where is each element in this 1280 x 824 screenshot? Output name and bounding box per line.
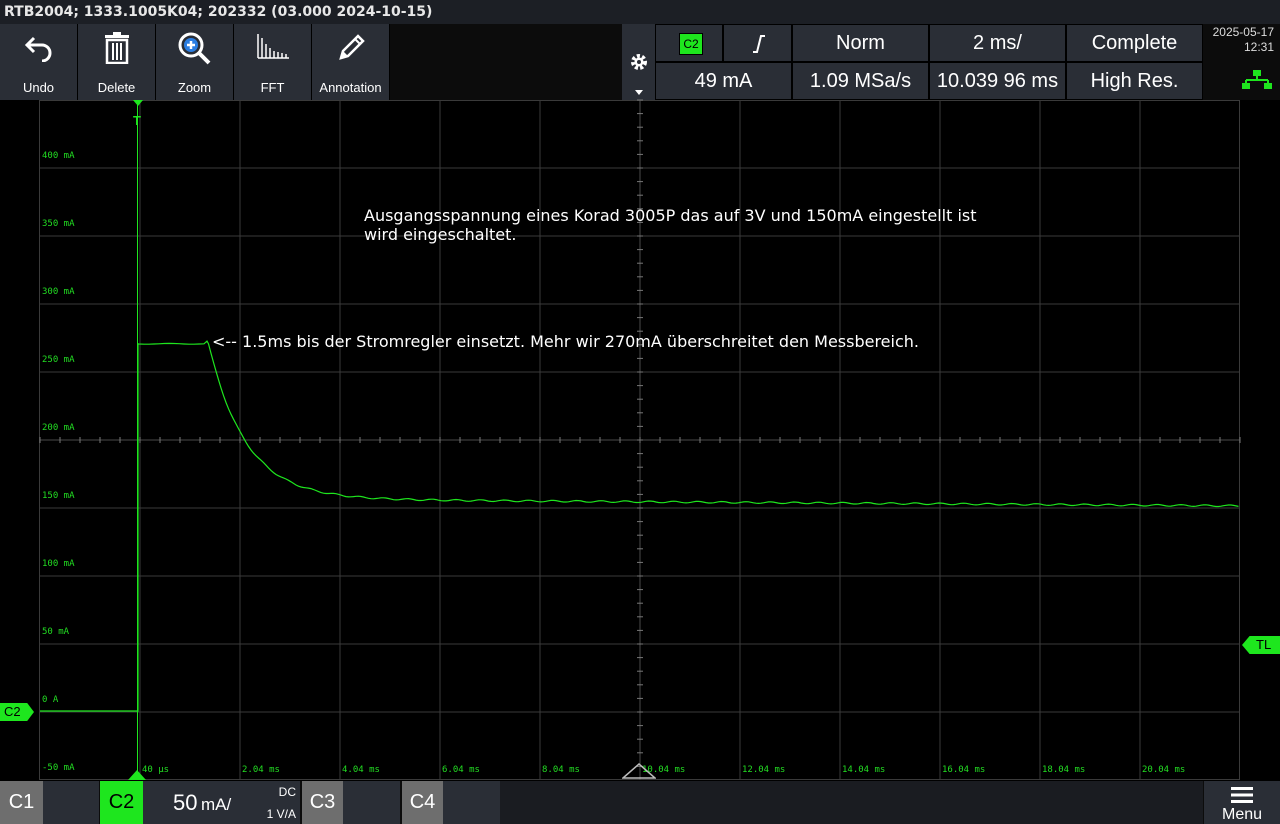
zoom-button[interactable]: Zoom: [156, 24, 234, 100]
acquisition-state[interactable]: Complete: [1066, 24, 1203, 62]
y-axis-label: 0 A: [42, 695, 59, 705]
y-axis-label: 150 mA: [42, 491, 75, 501]
channel-3-settings[interactable]: [343, 781, 400, 824]
network-icon: [1242, 70, 1272, 89]
y-axis-label: 100 mA: [42, 559, 75, 569]
clock: 2025-05-17 12:31: [1213, 25, 1274, 55]
delete-button[interactable]: Delete: [78, 24, 156, 100]
x-axis-label: 18.04 ms: [1042, 765, 1086, 775]
undo-icon: [24, 36, 51, 62]
channel-2-unit: mA/: [201, 795, 232, 814]
y-axis-label: 50 mA: [42, 627, 70, 637]
zoom-icon: [178, 32, 210, 65]
sample-rate[interactable]: 1.09 MSa/s: [792, 62, 929, 100]
channel-2-probe-factor: 1 V/A: [266, 807, 296, 821]
annotation-line-1: Ausgangsspannung eines Korad 3005P das a…: [364, 206, 977, 225]
pencil-icon: [338, 34, 365, 60]
annotation-description[interactable]: Ausgangsspannung eines Korad 3005P das a…: [364, 206, 977, 244]
x-axis-label: 6.04 ms: [442, 765, 480, 775]
annotation-label: Annotation: [319, 80, 382, 95]
channel-1-button[interactable]: C1: [0, 781, 43, 824]
x-axis-label: 16.04 ms: [942, 765, 986, 775]
fft-label: FFT: [260, 80, 285, 95]
zoom-label: Zoom: [177, 80, 212, 95]
fft-icon: [256, 34, 289, 59]
menu-label: Menu: [1221, 806, 1263, 823]
x-axis-label: 20.04 ms: [1142, 765, 1186, 775]
y-axis-label: 250 mA: [42, 355, 75, 365]
channel-3-button[interactable]: C3: [302, 781, 343, 824]
channel-badge: C2: [679, 33, 703, 55]
annotation-line-2: wird eingeschaltet.: [364, 225, 517, 244]
acquisition-mode[interactable]: High Res.: [1066, 62, 1203, 100]
x-axis-label: 8.04 ms: [542, 765, 580, 775]
undo-label: Undo: [22, 80, 55, 95]
y-axis-label: 350 mA: [42, 219, 75, 229]
timebase[interactable]: 2 ms/: [929, 24, 1066, 62]
waveform-display[interactable]: [39, 100, 1240, 780]
y-axis-label: -50 mA: [42, 763, 75, 773]
trigger-marker-label: T: [133, 113, 141, 128]
x-axis-label: 2.04 ms: [242, 765, 280, 775]
channel-select[interactable]: C2: [655, 24, 723, 62]
menu-button[interactable]: Menu: [1204, 781, 1280, 824]
channel-bar-empty: [500, 781, 1203, 824]
settings-button[interactable]: [622, 24, 655, 100]
trigger-level-marker[interactable]: TL: [1242, 636, 1280, 654]
date: 2025-05-17: [1212, 25, 1274, 39]
x-axis-label: 40 µs: [142, 765, 170, 775]
y-axis-label: 400 mA: [42, 151, 75, 161]
time: 12:31: [1243, 40, 1274, 54]
hamburger-icon: [1231, 787, 1253, 803]
x-axis-label: 4.04 ms: [342, 765, 380, 775]
trigger-position-icon[interactable]: [131, 100, 145, 114]
channel-2-button[interactable]: C2: [100, 781, 143, 824]
channel-offset-marker[interactable]: C2: [0, 703, 34, 721]
x-axis-label: 12.04 ms: [742, 765, 786, 775]
channel-2-coupling: DC: [278, 785, 296, 799]
trigger-slope[interactable]: [723, 24, 792, 62]
trigger-level[interactable]: 49 mA: [655, 62, 792, 100]
delete-label: Delete: [97, 80, 136, 95]
channel-2-scale: 50: [173, 790, 198, 815]
trigger-mode[interactable]: Norm: [792, 24, 929, 62]
channel-1-settings[interactable]: [43, 781, 99, 824]
chevron-down-icon: [635, 90, 643, 95]
gear-icon: [631, 54, 647, 70]
title-bar: RTB2004; 1333.1005K04; 202332 (03.000 20…: [0, 0, 1280, 24]
channel-4-button[interactable]: C4: [402, 781, 443, 824]
channel-4-settings[interactable]: [443, 781, 500, 824]
y-axis-label: 200 mA: [42, 423, 75, 433]
channel-2-settings[interactable]: 50 mA/ DC 1 V/A: [143, 781, 300, 824]
y-axis-label: 300 mA: [42, 287, 75, 297]
trigger-position[interactable]: 10.039 96 ms: [929, 62, 1066, 100]
trigger-time-marker-icon: [128, 770, 146, 780]
annotation-current-limit[interactable]: <-- 1.5ms bis der Stromregler einsetzt. …: [212, 332, 919, 351]
fft-button[interactable]: FFT: [234, 24, 312, 100]
rising-edge-icon: [753, 35, 765, 53]
trash-icon: [104, 32, 129, 64]
x-axis-label: 14.04 ms: [842, 765, 886, 775]
center-reference-icon: [622, 763, 656, 779]
annotation-button[interactable]: Annotation: [312, 24, 390, 100]
undo-button[interactable]: Undo: [0, 24, 78, 100]
